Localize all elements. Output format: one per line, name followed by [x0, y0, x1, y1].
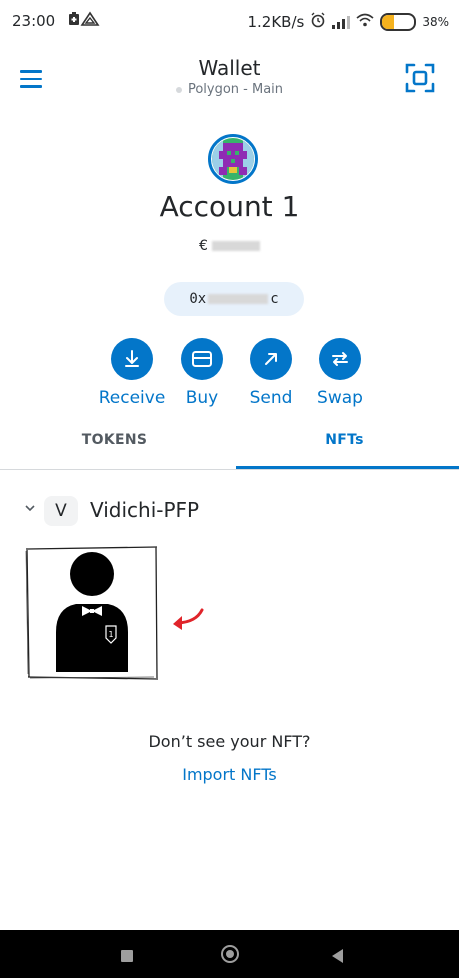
tab-nfts[interactable]: NFTs: [230, 432, 459, 448]
collection-badge: V: [44, 496, 78, 526]
address-redacted: [208, 294, 269, 304]
swap-icon: [319, 338, 361, 380]
card-icon: [181, 338, 223, 380]
status-right: 1.2KB/s 38%: [247, 12, 449, 32]
buy-label: Buy: [185, 388, 219, 408]
send-arrow-icon: [250, 338, 292, 380]
recents-icon[interactable]: [121, 950, 133, 962]
collection-name[interactable]: Vidichi-PFP: [90, 498, 199, 522]
notification-icons: [68, 11, 100, 31]
account-name[interactable]: Account 1: [0, 190, 459, 223]
account-avatar[interactable]: [208, 134, 258, 184]
network-speed: 1.2KB/s: [247, 13, 305, 31]
send-label: Send: [249, 388, 293, 408]
annotation-arrow-icon: [173, 608, 204, 630]
tab-divider: [0, 469, 459, 470]
network-dot-icon: [175, 86, 182, 93]
swap-label: Swap: [317, 388, 363, 408]
network-selector[interactable]: Polygon - Main: [0, 82, 459, 97]
battery-icon: [380, 13, 417, 31]
balance-redacted: [211, 241, 260, 251]
battery-percent: 38%: [422, 15, 449, 29]
address-copy-pill[interactable]: 0x c: [164, 282, 304, 316]
tab-active-indicator: [236, 466, 459, 469]
receive-icon: [111, 338, 153, 380]
address-suffix: c: [270, 291, 279, 307]
scan-qr-icon[interactable]: [404, 62, 436, 94]
receive-label: Receive: [98, 388, 166, 408]
missing-nft-text: Don’t see your NFT?: [148, 732, 311, 751]
wifi-icon: [356, 13, 374, 31]
send-button[interactable]: Send: [231, 338, 311, 408]
currency-symbol: €: [199, 238, 208, 254]
receive-button[interactable]: Receive: [92, 338, 172, 408]
status-bar: 23:00 1.2KB/s 38%: [0, 0, 459, 40]
chevron-down-icon[interactable]: [24, 502, 36, 518]
home-icon[interactable]: [221, 945, 239, 963]
back-icon[interactable]: [332, 949, 343, 963]
nft-card[interactable]: 1: [25, 546, 204, 680]
address-prefix: 0x: [189, 291, 207, 307]
tab-tokens[interactable]: TOKENS: [0, 432, 229, 448]
nft-badge-number: 1: [108, 630, 113, 639]
import-nfts-link[interactable]: Import NFTs: [0, 765, 459, 784]
page-title: Wallet: [198, 56, 261, 80]
status-time: 23:00: [12, 12, 56, 30]
alarm-icon: [310, 12, 326, 32]
account-balance: €: [0, 238, 459, 254]
signal-icon: [332, 15, 351, 29]
buy-button[interactable]: Buy: [162, 338, 242, 408]
network-label: Polygon - Main: [187, 82, 284, 97]
swap-button[interactable]: Swap: [300, 338, 380, 408]
